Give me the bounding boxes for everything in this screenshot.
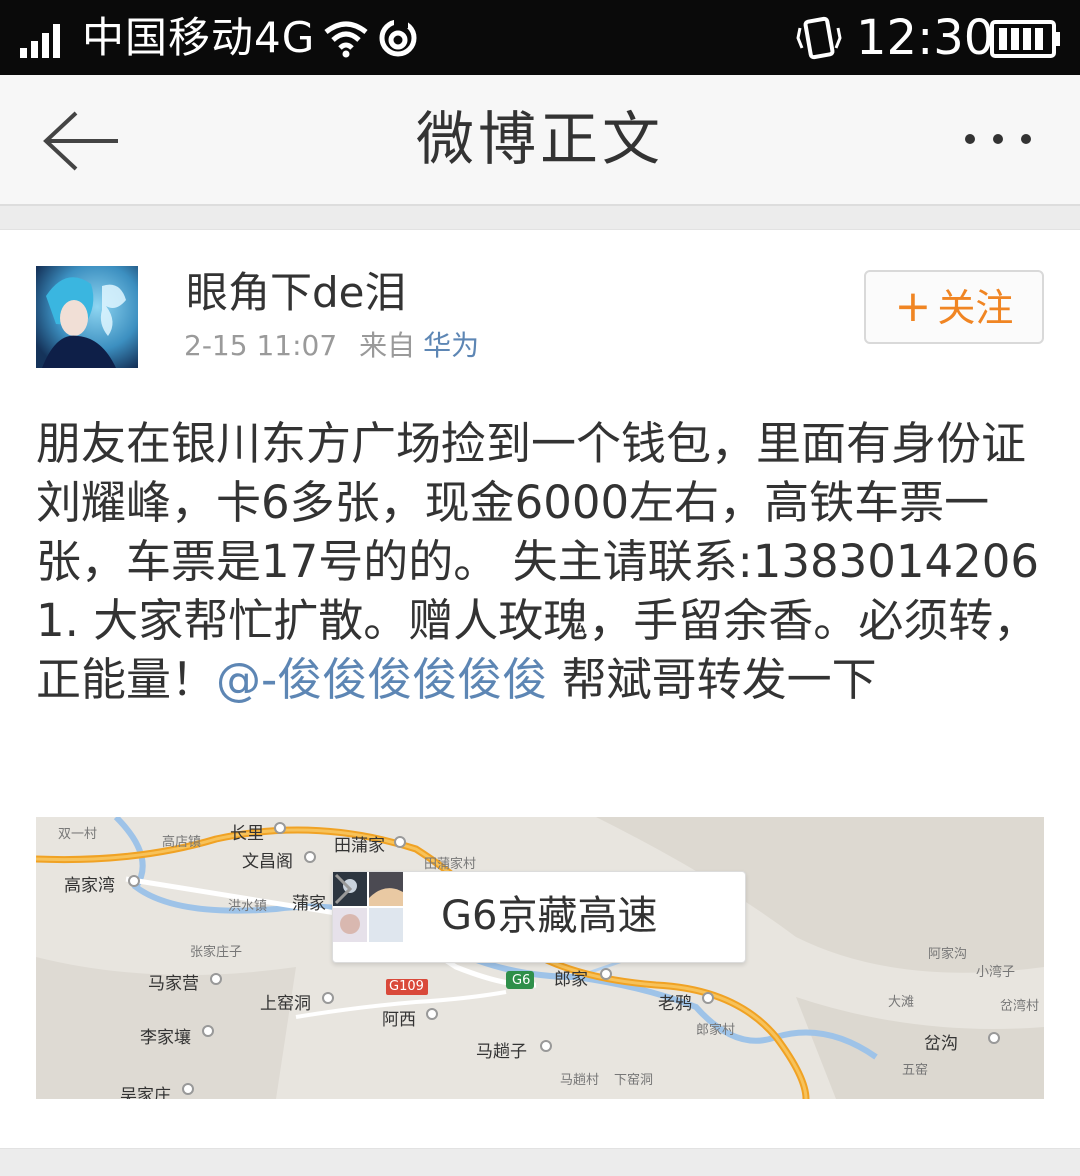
map-label: 老鸦 [658, 994, 692, 1014]
chevron-right-icon [334, 873, 353, 905]
map-label: 郎家 [554, 970, 588, 990]
post-body-tail: 帮斌哥转发一下 [547, 653, 877, 706]
road-label-g109: G109 [389, 979, 424, 994]
map-label: 李家壤 [140, 1028, 191, 1048]
map-label: 马家营 [148, 974, 199, 994]
map-label: 岔沟 [924, 1034, 958, 1054]
map-label: 阿家沟 [928, 947, 968, 962]
map-label: 蒲家 [292, 894, 326, 914]
map-label: 大滩 [888, 995, 915, 1010]
map-label: 长里 [230, 824, 264, 844]
map-label: 阿西 [382, 1010, 416, 1030]
page-title: 微博正文 [415, 105, 664, 173]
map-label: 吴家庄 [120, 1086, 171, 1099]
map-label: 上窑洞 [260, 994, 311, 1014]
location-map[interactable]: 双一村 高店镇 长里 文昌阁 田蒲家 田蒲家村 高家湾 洪水镇 蒲家 张家庄子 … [36, 817, 1044, 1099]
map-label: 高店镇 [162, 835, 202, 850]
wifi-icon [324, 21, 368, 58]
location-name: G6京藏高速 [441, 893, 658, 939]
sync-icon [379, 18, 417, 57]
follow-button[interactable]: + 关注 [864, 270, 1044, 344]
signal-icon [20, 24, 60, 58]
map-label: 郎家村 [696, 1023, 736, 1038]
vibrate-icon [796, 16, 842, 60]
follow-label: 关注 [937, 286, 1014, 330]
status-bar: 中国移动4G 12:30 [0, 0, 1080, 75]
map-label: 五窑 [902, 1063, 929, 1078]
plus-icon: + [894, 281, 932, 332]
source-link[interactable]: 华为 [423, 329, 479, 362]
carrier-label: 中国移动4G [82, 13, 316, 62]
map-label: 田蒲家 [334, 836, 385, 856]
map-label: 下窑洞 [614, 1073, 654, 1088]
map-label: 田蒲家村 [424, 857, 477, 872]
map-label: 张家庄子 [190, 945, 243, 960]
username[interactable]: 眼角下de泪 [186, 266, 407, 320]
map-label: 文昌阁 [242, 852, 293, 872]
title-bar: 微博正文 [0, 75, 1080, 206]
mention-link[interactable]: @-俊俊俊俊俊俊 [216, 653, 547, 706]
avatar[interactable] [36, 266, 138, 368]
clock: 12:30 [856, 10, 995, 66]
map-label: 马趟村 [560, 1073, 600, 1088]
map-label: 马趟子 [476, 1042, 527, 1062]
post-text: 朋友在银川东方广场捡到一个钱包，里面有身份证刘耀峰，卡6多张，现金6000左右，… [36, 414, 1046, 709]
map-label: 岔湾村 [1000, 999, 1040, 1014]
post-timestamp: 2-15 11:07 [184, 329, 338, 362]
more-dots-icon[interactable] [960, 127, 1040, 151]
post-card: 眼角下de泪 2-15 11:07 来自 华为 + 关注 朋友在银川东方广场捡到一个钱… [0, 229, 1080, 1149]
map-label: 小湾子 [976, 965, 1016, 980]
location-card[interactable]: G6京藏高速 [332, 871, 746, 963]
map-label: 双一村 [58, 827, 98, 842]
map-label: 洪水镇 [228, 899, 268, 914]
map-label: 高家湾 [64, 876, 115, 896]
battery-icon [990, 20, 1060, 58]
post-meta: 2-15 11:07 来自 华为 [184, 328, 479, 364]
source-label: 来自 [359, 329, 416, 362]
road-label-g6: G6 [512, 973, 531, 988]
